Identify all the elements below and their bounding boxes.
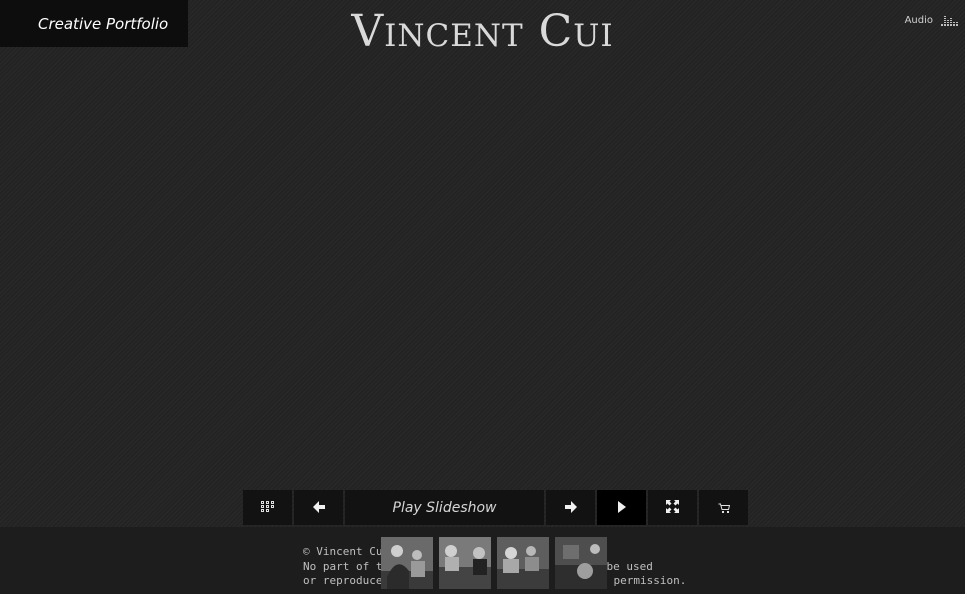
play-slideshow-button[interactable]: Play Slideshow	[345, 490, 544, 525]
grid-view-button[interactable]	[243, 490, 292, 525]
thumbnail-3[interactable]	[497, 537, 549, 589]
audio-toggle[interactable]: Audio	[905, 14, 959, 26]
footer: © Vincent Cu No part of t be used or repr…	[0, 527, 965, 594]
thumbnail-2[interactable]	[439, 537, 491, 589]
cart-icon	[718, 498, 730, 517]
cart-button[interactable]	[699, 490, 748, 525]
copyright-tail-1: be used	[606, 559, 653, 573]
slideshow-controls: Play Slideshow	[243, 490, 748, 525]
play-icon	[617, 498, 626, 517]
audio-label: Audio	[904, 14, 933, 26]
site-title[interactable]: Vincent Cui	[0, 6, 965, 57]
copyright-line-2: No part of t	[303, 559, 383, 573]
arrow-right-icon	[564, 498, 577, 517]
copyright-line-1: © Vincent Cu	[303, 545, 383, 558]
copyright-line-3: or reproduce	[303, 574, 383, 587]
arrow-left-icon	[312, 498, 325, 517]
play-button[interactable]	[597, 490, 646, 525]
fullscreen-icon	[666, 498, 679, 517]
thumbnail-1[interactable]	[381, 537, 433, 589]
thumbnail-4[interactable]	[555, 537, 607, 589]
copyright-tail-2: permission.	[613, 574, 687, 587]
previous-button[interactable]	[294, 490, 343, 525]
next-button[interactable]	[546, 490, 595, 525]
grid-icon	[260, 498, 275, 517]
fullscreen-button[interactable]	[648, 490, 697, 525]
equalizer-icon	[941, 14, 959, 26]
play-slideshow-label: Play Slideshow	[392, 499, 497, 516]
thumbnail-strip	[381, 537, 607, 589]
